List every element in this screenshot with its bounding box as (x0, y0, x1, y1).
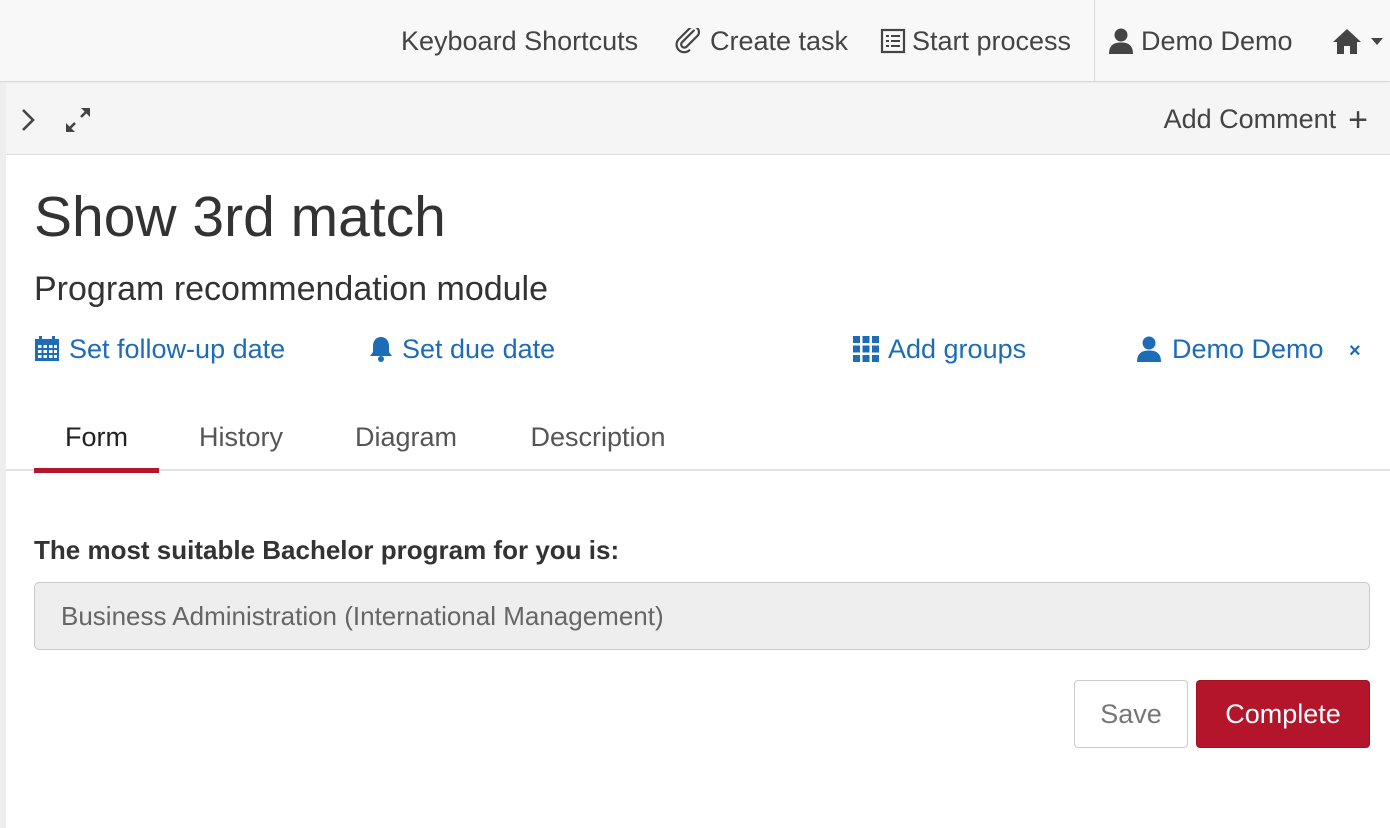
start-process-label: Start process (912, 25, 1072, 56)
maximize-button[interactable] (62, 84, 94, 155)
tab-form-label: Form (65, 422, 128, 452)
keyboard-shortcuts-label: Keyboard Shortcuts (401, 25, 639, 56)
home-menu[interactable] (1332, 0, 1390, 82)
assignee-name: Demo Demo (1172, 333, 1324, 364)
program-field[interactable] (34, 582, 1370, 650)
tab-description-label: Description (530, 422, 666, 452)
user-icon (1109, 28, 1133, 54)
remove-assignee-icon[interactable]: × (1349, 341, 1361, 361)
user-menu[interactable]: Demo Demo (1107, 0, 1293, 82)
task-tabs: Form History Diagram Description (6, 404, 1390, 473)
keyboard-shortcuts-link[interactable]: Keyboard Shortcuts (401, 0, 638, 82)
bell-icon (370, 337, 392, 362)
task-title: Show 3rd match (34, 185, 446, 249)
process-name: Program recommendation module (34, 270, 549, 308)
set-follow-up-date-label: Set follow-up date (69, 333, 286, 364)
tab-history-label: History (198, 422, 283, 452)
list-icon (880, 28, 906, 54)
save-button[interactable]: Save (1074, 680, 1188, 748)
grid-icon (853, 336, 879, 362)
task-toolbar: Add Comment + (6, 84, 1390, 155)
nav-divider (1094, 0, 1095, 82)
create-task-link[interactable]: Create task (674, 0, 848, 82)
start-process-link[interactable]: Start process (880, 0, 1071, 82)
add-groups-link[interactable]: Add groups (853, 330, 1026, 368)
paperclip-icon (675, 28, 701, 54)
create-task-label: Create task (710, 25, 849, 56)
tab-history[interactable]: History (176, 404, 306, 471)
top-navbar: Keyboard Shortcuts Create task Start pro… (0, 0, 1390, 82)
add-comment-button[interactable]: Add Comment + (1164, 84, 1368, 155)
add-comment-label: Add Comment (1163, 104, 1337, 134)
set-follow-up-date-link[interactable]: Set follow-up date (34, 330, 285, 368)
tab-form[interactable]: Form (34, 404, 159, 473)
user-name: Demo Demo (1141, 25, 1293, 56)
expand-sidebar-button[interactable] (18, 84, 38, 155)
assignee-link[interactable]: Demo Demo (1135, 330, 1324, 368)
home-icon (1333, 29, 1361, 54)
calendar-icon (35, 336, 59, 361)
expand-icon (66, 107, 90, 132)
tab-diagram-label: Diagram (354, 422, 458, 452)
tab-description[interactable]: Description (510, 404, 686, 471)
set-due-date-link[interactable]: Set due date (369, 330, 555, 368)
plus-icon: + (1348, 100, 1368, 139)
chevron-right-icon (22, 108, 35, 131)
tab-diagram[interactable]: Diagram (336, 404, 476, 471)
caret-down-icon (1371, 38, 1383, 45)
set-due-date-label: Set due date (402, 333, 556, 364)
add-groups-label: Add groups (888, 333, 1027, 364)
user-icon (1137, 336, 1161, 362)
complete-button[interactable]: Complete (1196, 680, 1370, 748)
program-field-label: The most suitable Bachelor program for y… (34, 535, 620, 565)
